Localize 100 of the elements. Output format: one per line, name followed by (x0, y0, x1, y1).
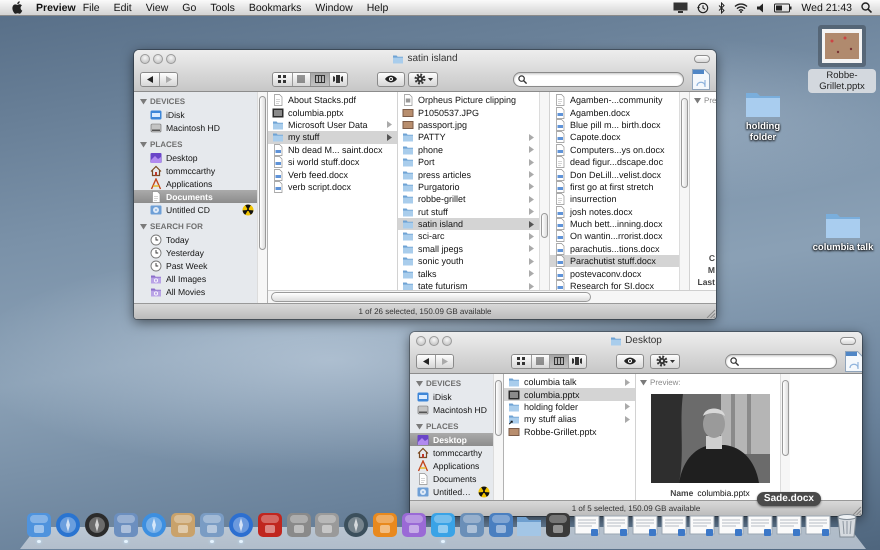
scrollbar[interactable] (493, 374, 503, 500)
browser-item[interactable]: postevaconv.docx (550, 267, 679, 280)
toolbar-toggle-button[interactable] (840, 336, 856, 344)
sidebar-item[interactable]: All Images (134, 272, 257, 285)
menu-clock[interactable]: Wed 21:43 (801, 2, 852, 14)
browser-item[interactable]: Nb dead M... saint.docx (268, 144, 397, 156)
browser-item[interactable]: Agamben-...community (550, 94, 679, 106)
column-view-button[interactable] (549, 354, 568, 368)
scrollbar[interactable] (679, 92, 689, 290)
browser-item[interactable]: sci-arc (398, 230, 539, 243)
display-icon[interactable] (673, 2, 688, 13)
browser-item[interactable]: Verb feed.docx (268, 168, 397, 181)
sidebar-item[interactable]: Today (134, 233, 257, 246)
sidebar-item[interactable]: Applications (134, 177, 257, 190)
column-view-button[interactable] (310, 72, 328, 86)
sidebar-item[interactable]: Documents (410, 472, 493, 485)
sidebar-item[interactable]: iDisk (134, 108, 257, 121)
toolbar-toggle-button[interactable] (694, 54, 710, 62)
quick-look-button[interactable] (616, 354, 644, 368)
document-icon[interactable] (692, 68, 710, 90)
search-field[interactable] (513, 72, 684, 86)
search-icon[interactable] (861, 2, 872, 13)
horizontal-scrollbar[interactable] (268, 290, 716, 303)
browser-item[interactable]: columbia talk (504, 376, 635, 388)
bluetooth-icon[interactable] (718, 2, 726, 14)
sidebar-item[interactable]: Past Week (134, 259, 257, 272)
browser-item[interactable]: josh notes.docx (550, 206, 679, 218)
history-clock-icon[interactable] (697, 2, 710, 14)
browser-item[interactable]: small jpegs (398, 242, 539, 256)
sidebar-item[interactable]: Macintosh HD (134, 121, 257, 134)
browser-item[interactable]: first go at first stretch (550, 180, 679, 194)
menu-item[interactable]: Go (175, 2, 204, 14)
preview-toggle[interactable]: Preview: (640, 378, 780, 387)
sidebar-heading[interactable]: PLACES (410, 420, 493, 433)
wifi-icon[interactable] (734, 2, 748, 13)
browser-item[interactable]: About Stacks.pdf (268, 94, 397, 106)
browser-item[interactable]: Purgatorio (398, 180, 539, 194)
icon-view-button[interactable] (273, 72, 292, 86)
browser-item[interactable]: Microsoft User Data (268, 118, 397, 132)
browser-item[interactable]: insurrection (550, 193, 679, 206)
sidebar-item[interactable]: tommccarthy (410, 446, 493, 459)
sidebar-item[interactable]: Untitled CD (134, 203, 257, 216)
browser-item[interactable]: Agamben.docx (550, 106, 679, 119)
browser-item[interactable]: PATTY (398, 131, 539, 144)
apple-icon[interactable] (12, 1, 23, 14)
action-button[interactable] (650, 354, 680, 368)
sidebar-heading[interactable]: DEVICES (410, 377, 493, 390)
menu-item[interactable]: Bookmarks (242, 2, 308, 14)
slide-thumbnail-icon[interactable] (818, 25, 866, 67)
app-icon[interactable] (84, 512, 110, 538)
browser-item[interactable]: parachutis...tions.docx (550, 242, 679, 256)
sidebar-item[interactable]: Macintosh HD (410, 403, 493, 416)
document-icon[interactable] (845, 350, 862, 372)
scrollbar[interactable] (257, 92, 267, 303)
app-menu[interactable]: Preview (23, 2, 76, 14)
menu-item[interactable]: View (138, 2, 176, 14)
browser-item[interactable]: phone (398, 144, 539, 156)
browser-item[interactable]: Parachutist stuff.docx (550, 255, 679, 268)
menu-item[interactable]: Edit (106, 2, 139, 14)
sidebar-item[interactable]: Untitled… (410, 485, 493, 498)
browser-item[interactable]: holding folder (504, 400, 635, 414)
browser-item[interactable]: si world stuff.docx (268, 156, 397, 168)
sidebar-heading[interactable]: SEARCH FOR (134, 220, 257, 233)
sidebar-heading[interactable]: DEVICES (134, 95, 257, 108)
list-view-button[interactable] (530, 354, 549, 368)
action-button[interactable] (408, 72, 438, 86)
menu-item[interactable]: Window (308, 2, 360, 14)
browser-item[interactable]: my stuff alias (504, 413, 635, 426)
volume-icon[interactable] (757, 2, 766, 12)
browser-item[interactable]: talks (398, 267, 539, 280)
battery-icon[interactable] (774, 2, 792, 12)
browser-item[interactable]: Robbe-Grillet.pptx (504, 426, 635, 438)
sidebar-item[interactable]: All Movies (134, 285, 257, 298)
list-view-button[interactable] (292, 72, 310, 86)
browser-item[interactable]: satin island (398, 218, 539, 230)
scrollbar[interactable] (539, 92, 549, 290)
quick-look-button[interactable] (377, 72, 405, 86)
browser-item[interactable]: columbia.pptx (504, 388, 635, 401)
search-field[interactable] (725, 354, 837, 368)
app-icon[interactable] (545, 512, 572, 538)
browser-item[interactable]: rut stuff (398, 206, 539, 218)
back-button[interactable] (417, 354, 435, 368)
browser-item[interactable]: Port (398, 156, 539, 168)
browser-item[interactable]: columbia.pptx (268, 106, 397, 119)
sidebar-item[interactable]: Applications (410, 459, 493, 472)
browser-item[interactable]: sonic youth (398, 255, 539, 268)
browser-item[interactable]: Computers...ys on.docx (550, 144, 679, 156)
menu-item[interactable]: Help (360, 2, 396, 14)
browser-item[interactable]: Blue pill m... birth.docx (550, 118, 679, 132)
menu-item[interactable]: Tools (203, 2, 242, 14)
sidebar-item[interactable]: Yesterday (134, 246, 257, 259)
app-icon[interactable] (343, 512, 370, 538)
browser-item[interactable]: dead figur...dscape.doc (550, 156, 679, 168)
browser-item[interactable]: passport.jpg (398, 118, 539, 132)
cover-flow-button[interactable] (568, 354, 586, 368)
browser-item[interactable]: press articles (398, 168, 539, 181)
back-button[interactable] (141, 72, 159, 86)
browser-item[interactable]: my stuff (268, 131, 397, 144)
browser-item[interactable]: Don DeLill...velist.docx (550, 168, 679, 181)
icon-view-button[interactable] (512, 354, 530, 368)
